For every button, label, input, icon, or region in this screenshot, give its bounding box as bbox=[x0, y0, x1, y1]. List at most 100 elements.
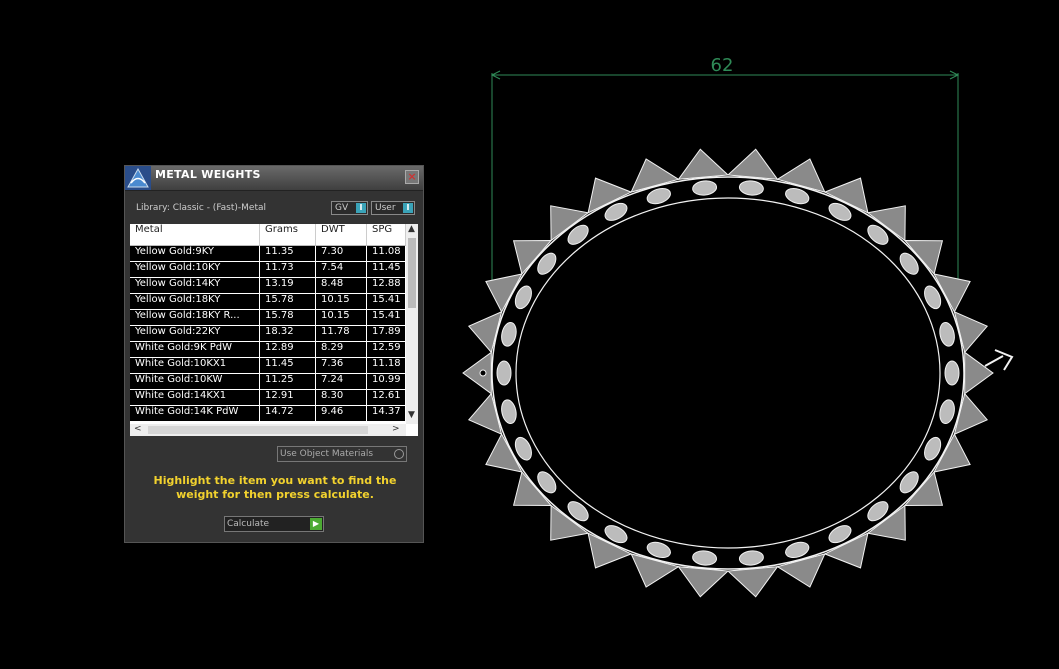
prong-facet bbox=[953, 310, 989, 354]
table-cell: 9.46 bbox=[316, 406, 367, 421]
scroll-thumb[interactable] bbox=[148, 426, 368, 434]
table-cell: Yellow Gold:22KY bbox=[130, 326, 260, 341]
prong-facet bbox=[677, 148, 730, 180]
prong-facet bbox=[953, 392, 989, 436]
column-header-grams[interactable]: Grams bbox=[260, 224, 316, 245]
table-row[interactable]: White Gold:14K PdW 14.72 9.46 14.37 bbox=[130, 406, 406, 422]
gem-seat bbox=[501, 399, 517, 425]
table-cell: 12.91 bbox=[260, 390, 316, 405]
use-object-materials-option[interactable]: Use Object Materials bbox=[277, 446, 407, 462]
dimension-value-label: 62 bbox=[710, 55, 734, 76]
table-cell: 11.45 bbox=[367, 262, 406, 277]
horizontal-scrollbar[interactable]: < > bbox=[130, 424, 406, 436]
table-row[interactable]: White Gold:9K PdW 12.89 8.29 12.59 bbox=[130, 342, 406, 358]
table-cell: 12.59 bbox=[367, 342, 406, 357]
bracelet-wireframe[interactable] bbox=[462, 148, 994, 598]
table-cell: White Gold:10KX1 bbox=[130, 358, 260, 373]
table-cell: 8.29 bbox=[316, 342, 367, 357]
prong-facet bbox=[964, 351, 994, 395]
scroll-up-icon[interactable]: ▲ bbox=[408, 224, 415, 234]
table-row[interactable]: White Gold:10KW 11.25 7.24 10.99 bbox=[130, 374, 406, 390]
table-cell: 12.61 bbox=[367, 390, 406, 405]
table-cell: Yellow Gold:18KY bbox=[130, 294, 260, 309]
toggle-indicator-icon: I bbox=[403, 203, 413, 213]
table-cell: 10.99 bbox=[367, 374, 406, 389]
table-row[interactable]: Yellow Gold:22KY 18.32 11.78 17.89 bbox=[130, 326, 406, 342]
table-cell: 11.08 bbox=[367, 246, 406, 261]
table-cell: 8.30 bbox=[316, 390, 367, 405]
table-row[interactable]: Yellow Gold:14KY 13.19 8.48 12.88 bbox=[130, 278, 406, 294]
close-icon[interactable]: × bbox=[405, 170, 419, 184]
calculate-button[interactable]: Calculate ▶ bbox=[224, 516, 324, 532]
vertical-scrollbar[interactable]: ▲ ▼ bbox=[406, 224, 418, 424]
table-cell: 11.45 bbox=[260, 358, 316, 373]
table-cell: 15.78 bbox=[260, 310, 316, 325]
toggle-indicator-icon: I bbox=[356, 203, 366, 213]
table-cell: 10.15 bbox=[316, 294, 367, 309]
table-cell: White Gold:9K PdW bbox=[130, 342, 260, 357]
gv-toggle[interactable]: GV I bbox=[331, 201, 368, 215]
gv-toggle-label: GV bbox=[335, 203, 349, 213]
table-cell: 15.41 bbox=[367, 294, 406, 309]
metal-weights-panel: METAL WEIGHTS × Library: Classic - (Fast… bbox=[124, 165, 424, 543]
scroll-left-icon[interactable]: < bbox=[134, 424, 142, 434]
table-header: Metal Grams DWT SPG bbox=[130, 224, 406, 246]
user-toggle-label: User bbox=[375, 203, 396, 213]
table-cell: 11.25 bbox=[260, 374, 316, 389]
table-cell: Yellow Gold:18KY R... bbox=[130, 310, 260, 325]
prong-facet bbox=[677, 566, 730, 598]
table-cell: White Gold:10KW bbox=[130, 374, 260, 389]
pivot-point-icon bbox=[479, 369, 487, 377]
panel-titlebar[interactable]: METAL WEIGHTS × bbox=[125, 166, 423, 191]
prong-facet bbox=[726, 566, 779, 598]
use-object-materials-label: Use Object Materials bbox=[280, 449, 374, 459]
radio-icon[interactable] bbox=[394, 449, 404, 459]
metal-table[interactable]: Metal Grams DWT SPG Yellow Gold:9KY 11.35… bbox=[130, 224, 418, 436]
table-cell: 11.78 bbox=[316, 326, 367, 341]
table-cell: 7.54 bbox=[316, 262, 367, 277]
column-header-metal[interactable]: Metal bbox=[130, 224, 260, 245]
gem-seat bbox=[738, 550, 764, 566]
table-cell: 7.30 bbox=[316, 246, 367, 261]
scroll-down-icon[interactable]: ▼ bbox=[408, 410, 415, 420]
table-cell: 12.88 bbox=[367, 278, 406, 293]
table-cell: 17.89 bbox=[367, 326, 406, 341]
table-cell: 12.89 bbox=[260, 342, 316, 357]
scroll-thumb[interactable] bbox=[408, 238, 416, 308]
table-cell: Yellow Gold:9KY bbox=[130, 246, 260, 261]
library-label: Library: Classic - (Fast)-Metal bbox=[136, 203, 267, 213]
table-cell: 11.35 bbox=[260, 246, 316, 261]
prong-facet bbox=[726, 148, 779, 180]
table-row[interactable]: Yellow Gold:18KY 15.78 10.15 15.41 bbox=[130, 294, 406, 310]
table-cell: 11.73 bbox=[260, 262, 316, 277]
column-header-dwt[interactable]: DWT bbox=[316, 224, 367, 245]
table-row[interactable]: Yellow Gold:18KY R... 15.78 10.15 15.41 bbox=[130, 310, 406, 326]
table-row[interactable]: White Gold:10KX1 11.45 7.36 11.18 bbox=[130, 358, 406, 374]
table-cell: 14.37 bbox=[367, 406, 406, 421]
gem-seat bbox=[939, 321, 955, 347]
table-cell: Yellow Gold:14KY bbox=[130, 278, 260, 293]
gem-seat bbox=[501, 321, 517, 347]
user-toggle[interactable]: User I bbox=[371, 201, 415, 215]
gem-seat bbox=[944, 360, 960, 386]
dimension-annotation bbox=[490, 70, 960, 290]
column-header-spg[interactable]: SPG bbox=[367, 224, 406, 245]
table-row[interactable]: Yellow Gold:10KY 11.73 7.54 11.45 bbox=[130, 262, 406, 278]
table-body: Yellow Gold:9KY 11.35 7.30 11.08 Yellow Gold… bbox=[130, 246, 406, 422]
table-cell: 15.41 bbox=[367, 310, 406, 325]
table-cell: 14.72 bbox=[260, 406, 316, 421]
table-cell: 11.18 bbox=[367, 358, 406, 373]
instructions-text: Highlight the item you want to find the … bbox=[153, 474, 397, 501]
prong-facet bbox=[462, 351, 492, 395]
table-cell: 7.24 bbox=[316, 374, 367, 389]
table-row[interactable]: Yellow Gold:9KY 11.35 7.30 11.08 bbox=[130, 246, 406, 262]
scroll-right-icon[interactable]: > bbox=[392, 424, 400, 434]
table-row[interactable]: White Gold:14KX1 12.91 8.30 12.61 bbox=[130, 390, 406, 406]
table-cell: 15.78 bbox=[260, 294, 316, 309]
rotate-gizmo-icon[interactable] bbox=[984, 349, 1014, 371]
table-cell: White Gold:14K PdW bbox=[130, 406, 260, 421]
table-cell: 13.19 bbox=[260, 278, 316, 293]
app-logo-icon bbox=[125, 166, 151, 190]
gem-seat bbox=[496, 360, 512, 386]
gem-seat bbox=[939, 399, 955, 425]
